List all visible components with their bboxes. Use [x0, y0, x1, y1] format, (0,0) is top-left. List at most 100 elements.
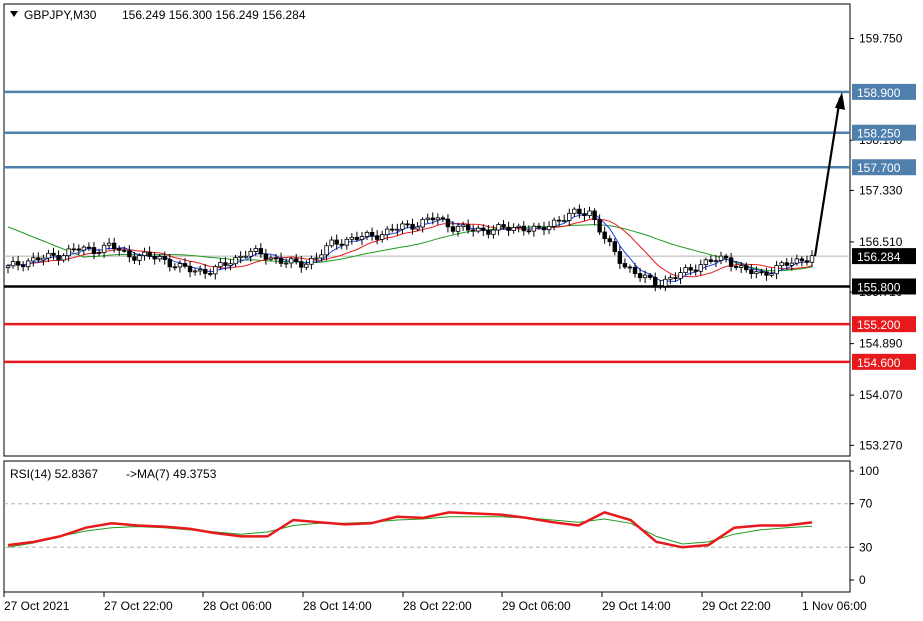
candle-body	[152, 256, 157, 260]
candle-body	[15, 261, 21, 266]
candle-body	[36, 257, 41, 261]
candle-body	[344, 238, 349, 246]
candle-body	[476, 227, 481, 232]
candle-body	[764, 271, 769, 276]
candle-body	[506, 226, 511, 231]
candle-body	[420, 218, 425, 228]
price-tick-label: 153.270	[859, 438, 903, 452]
candle-body	[122, 249, 127, 252]
candle-body	[213, 266, 218, 275]
candle-body	[243, 255, 248, 258]
candle-body	[218, 262, 223, 268]
candle-body	[774, 265, 779, 275]
candle-body	[359, 236, 365, 240]
candle-body	[460, 224, 466, 227]
candle-body	[309, 257, 314, 265]
candle-body	[587, 210, 592, 217]
candle-body	[203, 269, 208, 274]
candle-body	[395, 228, 400, 231]
candle-body	[713, 260, 719, 262]
candle-body	[546, 225, 552, 231]
candle-body	[379, 234, 385, 240]
candle-body	[51, 252, 56, 256]
candle-body	[192, 270, 198, 273]
candle-body	[789, 262, 794, 266]
candle-body	[132, 256, 137, 261]
candle-body	[31, 257, 36, 262]
candle-body	[455, 225, 461, 232]
rsi-label: RSI(14) 52.8367	[10, 467, 98, 481]
candle-body	[683, 267, 688, 274]
candle-body	[617, 251, 623, 264]
candle-body	[602, 231, 607, 240]
ohlc-values: 156.249 156.300 156.249 156.284	[122, 8, 306, 22]
price-tick-label: 154.070	[859, 388, 903, 402]
level-tag-label: 155.800	[857, 281, 901, 295]
level-tag-label: 155.200	[857, 318, 901, 332]
time-tick-label: 27 Oct 22:00	[104, 599, 173, 613]
candle-body	[769, 273, 774, 276]
candle-body	[253, 248, 258, 252]
candle-body	[329, 239, 334, 247]
candle-body	[162, 256, 167, 260]
candle-body	[410, 223, 415, 230]
candle-body	[794, 258, 800, 264]
time-tick-label: 28 Oct 06:00	[203, 599, 272, 613]
chart-canvas: 159.750158.130157.330156.510155.710154.8…	[3, 3, 916, 613]
candle-body	[263, 253, 269, 260]
candle-body	[26, 260, 31, 268]
candle-body	[238, 255, 243, 258]
candle-body	[779, 262, 784, 267]
candle-body	[208, 273, 213, 275]
candle-body	[374, 235, 380, 240]
time-tick-label: 28 Oct 22:00	[403, 599, 472, 613]
candle-body	[668, 277, 673, 280]
candle-body	[334, 239, 339, 245]
candle-body	[294, 258, 299, 263]
candle-body	[708, 259, 714, 262]
candle-body	[799, 258, 805, 262]
candle-body	[76, 248, 81, 251]
time-tick-label: 28 Oct 14:00	[303, 599, 372, 613]
level-tags: 158.900 158.250 157.700 155.800 155.200 154.6…	[852, 83, 916, 370]
candle-body	[167, 259, 173, 268]
candle-body	[81, 246, 87, 251]
candle-body	[471, 229, 476, 232]
candle-body	[562, 220, 567, 222]
candle-body	[653, 277, 658, 287]
candle-body	[405, 223, 410, 226]
candle-body	[491, 229, 496, 235]
candle-body	[597, 219, 602, 233]
candle-body	[749, 269, 754, 274]
rsi-tick-label: 70	[859, 497, 873, 511]
candle-body	[658, 285, 663, 288]
candle-body	[556, 219, 562, 222]
candle-body	[142, 251, 147, 256]
candle-body	[592, 210, 597, 220]
candle-body	[728, 257, 734, 267]
candle-body	[233, 257, 238, 265]
candle-body	[718, 255, 724, 261]
level-tag-label: 158.900	[857, 86, 901, 100]
symbol-label: GBPJPY,M30	[24, 8, 97, 22]
candle-body	[278, 257, 284, 264]
candle-body	[172, 266, 178, 269]
candle-body	[415, 226, 420, 230]
candle-body	[400, 223, 405, 230]
candle-body	[678, 272, 683, 279]
candle-body	[511, 227, 516, 231]
candle-body	[41, 257, 46, 261]
candle-body	[127, 250, 132, 258]
candle-body	[582, 213, 587, 217]
candle-body	[496, 224, 501, 231]
rsi-tick-label: 30	[859, 540, 873, 554]
time-tick-label: 29 Oct 22:00	[702, 599, 771, 613]
candle-body	[187, 265, 193, 273]
candle-body	[299, 261, 304, 268]
candle-body	[435, 217, 441, 221]
candle-body	[450, 226, 456, 232]
candle-body	[56, 254, 61, 261]
candle-body	[572, 208, 577, 214]
price-tick-label: 154.890	[859, 337, 903, 351]
candle-body	[501, 224, 506, 228]
